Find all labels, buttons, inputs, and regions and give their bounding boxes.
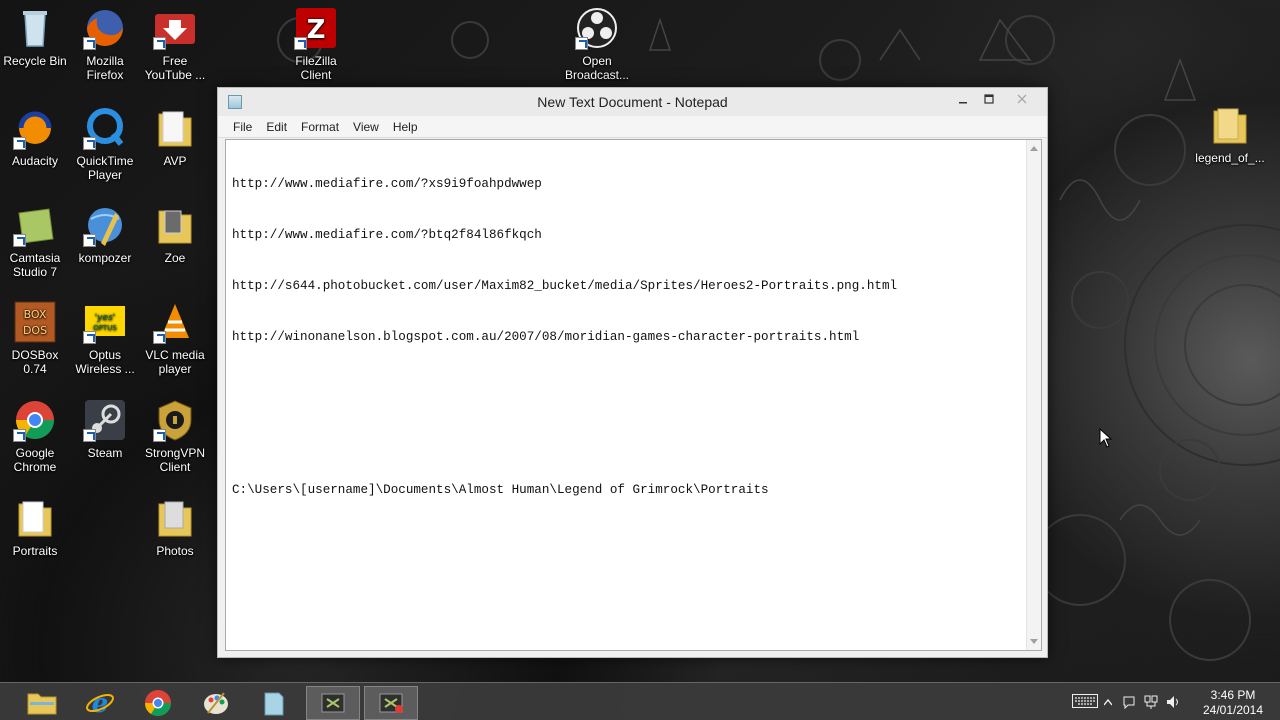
close-button[interactable] — [1009, 90, 1035, 110]
maximize-button[interactable] — [976, 90, 1002, 110]
camtasia-icon — [13, 203, 57, 247]
desktop-icon-strongvpn[interactable]: StrongVPN Client — [140, 398, 210, 474]
svg-text:'yes': 'yes' — [95, 313, 116, 323]
dosbox-icon: BOX DOS — [13, 300, 57, 344]
obs-icon — [575, 6, 619, 50]
text-line: http://winonanelson.blogspot.com.au/2007… — [232, 330, 860, 344]
text-line — [232, 380, 1020, 397]
desktop-icon-obs[interactable]: Open Broadcast... — [562, 6, 632, 82]
text-line: http://www.mediafire.com/?xs9i9foahpdwwe… — [232, 177, 542, 191]
desktop-icon-legend-of[interactable]: legend_of_... — [1190, 103, 1270, 165]
menu-bar: File Edit Format View Help — [218, 116, 1047, 138]
desktop-icon-photos[interactable]: Photos — [140, 496, 210, 558]
desktop-icon-recycle-bin[interactable]: Recycle Bin — [0, 6, 70, 68]
menu-view[interactable]: View — [346, 118, 386, 137]
text-line: http://www.mediafire.com/?btq2f84l86fkqc… — [232, 228, 542, 242]
internet-explorer-icon: e — [86, 689, 114, 718]
svg-text:DOS: DOS — [23, 324, 47, 337]
taskbar-camtasia-recording[interactable] — [364, 686, 418, 720]
minimize-button[interactable] — [950, 90, 976, 110]
desktop-icon-avp[interactable]: AVP — [140, 106, 210, 168]
youtube-download-icon — [153, 6, 197, 50]
menu-file[interactable]: File — [226, 118, 259, 137]
taskbar: e 3:46 PM 24/01/2014 — [0, 682, 1280, 720]
firefox-icon — [83, 6, 127, 50]
filezilla-icon: Z — [294, 6, 338, 50]
taskbar-internet-explorer[interactable]: e — [73, 686, 127, 720]
desktop-icon-filezilla[interactable]: Z FileZilla Client — [281, 6, 351, 82]
svg-text:OPTUS: OPTUS — [93, 324, 117, 332]
desktop-icon-firefox[interactable]: Mozilla Firefox — [70, 6, 140, 82]
title-bar[interactable]: New Text Document - Notepad — [218, 88, 1047, 116]
system-tray: 3:46 PM 24/01/2014 — [1060, 683, 1280, 720]
scroll-up-icon[interactable] — [1030, 146, 1038, 151]
menu-edit[interactable]: Edit — [259, 118, 294, 137]
taskbar-file-explorer[interactable] — [15, 686, 69, 720]
action-center-icon[interactable] — [1122, 695, 1136, 712]
keyboard-icon[interactable] — [1072, 694, 1098, 711]
volume-icon[interactable] — [1166, 695, 1182, 712]
text-line: C:\Users\[username]\Documents\Almost Hum… — [232, 483, 769, 497]
text-area-frame: http://www.mediafire.com/?xs9i9foahpdwwe… — [225, 139, 1042, 651]
taskbar-clock[interactable]: 3:46 PM 24/01/2014 — [1198, 688, 1268, 718]
desktop-icon-zoe[interactable]: Zoe — [140, 203, 210, 265]
scroll-down-icon[interactable] — [1030, 639, 1038, 644]
svg-text:Z: Z — [307, 15, 326, 45]
mouse-cursor-icon — [1099, 428, 1113, 448]
notepad-icon — [264, 692, 284, 716]
vlc-icon — [153, 300, 197, 344]
chrome-icon — [13, 398, 57, 442]
kompozer-icon — [83, 203, 127, 247]
desktop-icon-google-chrome[interactable]: Google Chrome — [0, 398, 70, 474]
desktop-icon-free-youtube[interactable]: Free YouTube ... — [140, 6, 210, 82]
folder-icon — [153, 106, 197, 150]
paint-icon — [204, 692, 228, 714]
folder-icon — [1208, 103, 1252, 147]
text-editor[interactable]: http://www.mediafire.com/?xs9i9foahpdwwe… — [226, 140, 1026, 650]
desktop-icon-quicktime[interactable]: QuickTime Player — [70, 106, 140, 182]
recycle-bin-icon — [13, 6, 57, 50]
file-explorer-icon — [27, 693, 57, 715]
steam-icon — [83, 398, 127, 442]
strongvpn-icon — [153, 398, 197, 442]
menu-format[interactable]: Format — [294, 118, 346, 137]
camtasia-recording-icon — [379, 693, 403, 713]
desktop-icon-dosbox[interactable]: BOX DOS DOSBox 0.74 — [0, 300, 70, 376]
taskbar-chrome[interactable] — [131, 686, 185, 720]
maximize-icon — [984, 94, 994, 104]
window-title: New Text Document - Notepad — [537, 94, 728, 110]
svg-text:BOX: BOX — [24, 308, 47, 321]
text-line: http://s644.photobucket.com/user/Maxim82… — [232, 279, 898, 293]
camtasia-recorder-icon — [321, 693, 345, 713]
desktop-icon-audacity[interactable]: Audacity — [0, 106, 70, 168]
clock-date: 24/01/2014 — [1202, 703, 1264, 717]
audacity-icon — [13, 106, 57, 150]
desktop-icon-camtasia[interactable]: Camtasia Studio 7 — [0, 203, 70, 279]
chrome-icon — [144, 690, 172, 717]
folder-icon — [13, 496, 57, 540]
close-icon — [1017, 94, 1027, 104]
svg-text:e: e — [92, 689, 109, 718]
desktop-icon-optus[interactable]: 'yes' OPTUS Optus Wireless ... — [70, 300, 140, 376]
show-hidden-icons-icon[interactable] — [1103, 696, 1113, 710]
clock-time: 3:46 PM — [1210, 688, 1256, 702]
taskbar-paint[interactable] — [189, 686, 243, 720]
notepad-window[interactable]: New Text Document - Notepad File Edit Fo… — [217, 87, 1048, 658]
desktop-icon-steam[interactable]: Steam — [70, 398, 140, 460]
desktop-icon-kompozer[interactable]: kompozer — [70, 203, 140, 265]
folder-icon — [153, 203, 197, 247]
desktop-icon-portraits[interactable]: Portraits — [0, 496, 70, 558]
vertical-scrollbar[interactable] — [1026, 140, 1041, 650]
optus-icon: 'yes' OPTUS — [83, 300, 127, 344]
network-icon[interactable] — [1144, 694, 1158, 713]
taskbar-camtasia-recorder[interactable] — [306, 686, 360, 720]
desktop-icon-vlc[interactable]: VLC media player — [140, 300, 210, 376]
minimize-icon — [959, 102, 967, 104]
folder-icon — [153, 496, 197, 540]
taskbar-notepad[interactable] — [246, 686, 300, 720]
text-line — [232, 431, 1020, 448]
menu-help[interactable]: Help — [386, 118, 425, 137]
quicktime-icon — [83, 106, 127, 150]
